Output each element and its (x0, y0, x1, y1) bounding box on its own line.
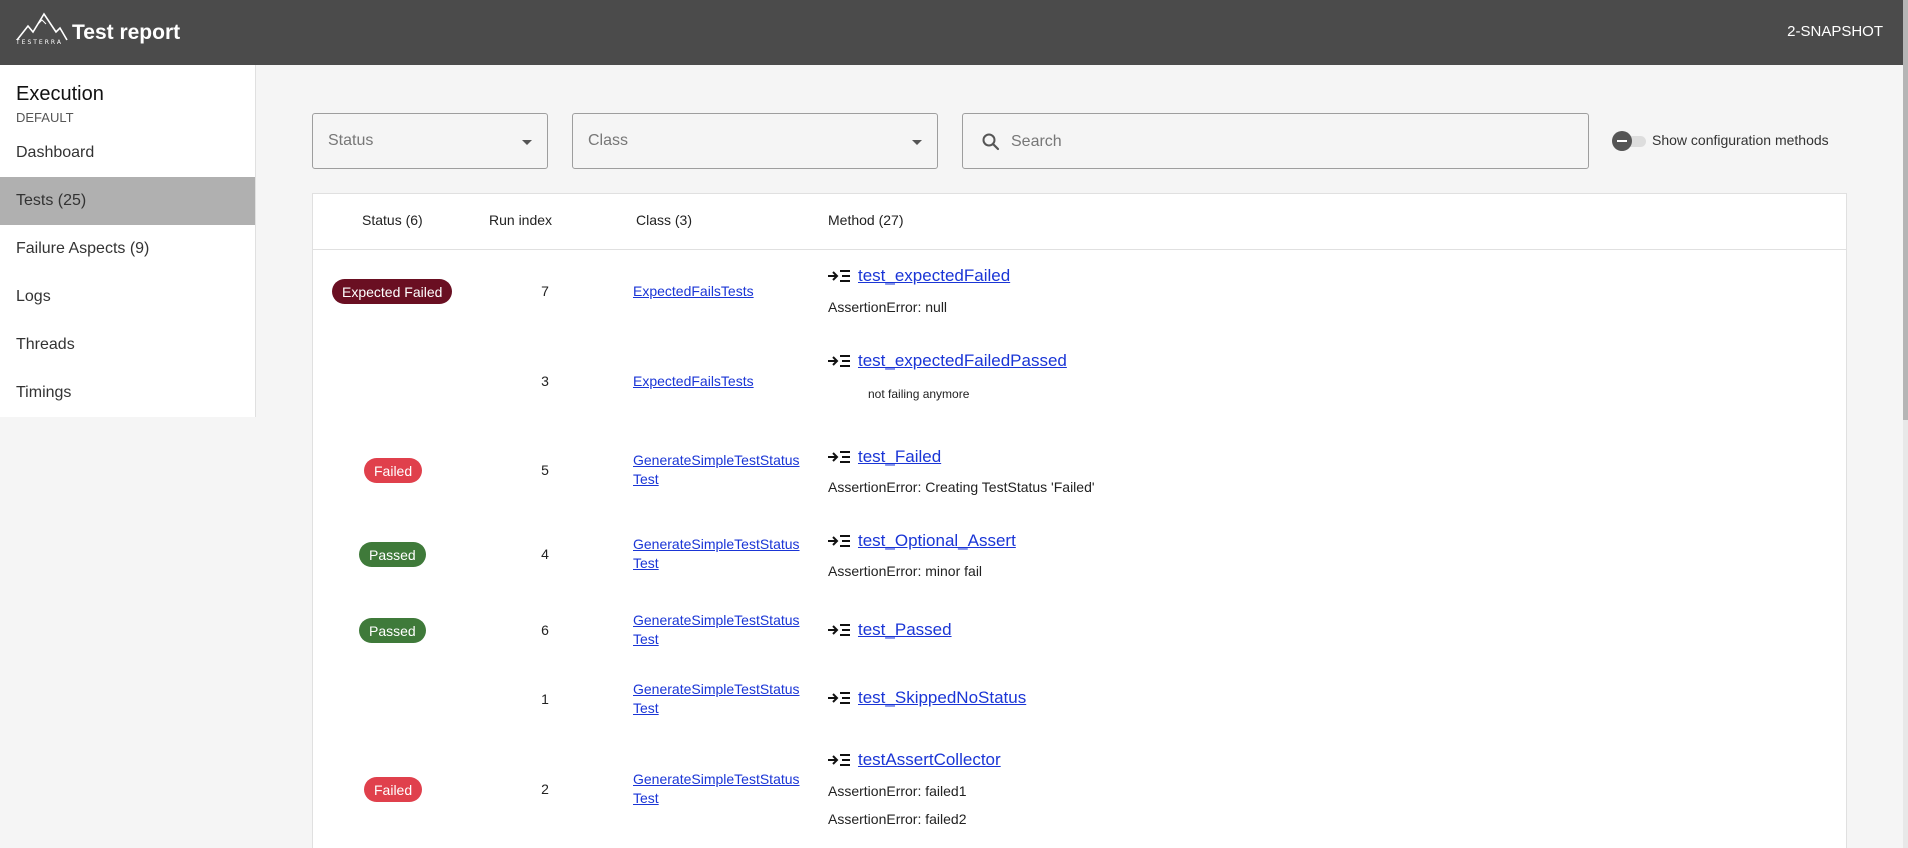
method-link[interactable]: test_expectedFailed (858, 266, 1010, 286)
status-badge: Failed (364, 777, 423, 802)
sidebar-item-threads[interactable]: Threads (0, 321, 255, 369)
method-cell: test_expectedFailedPassed (828, 351, 1067, 371)
failure-message: AssertionError: null (828, 299, 948, 315)
sidebar-item-label: Tests (25) (16, 192, 87, 209)
column-header-status[interactable]: Status (6) (362, 212, 423, 228)
class-link[interactable]: GenerateSimpleTestStatusTest (633, 451, 803, 489)
method-cell: test_SkippedNoStatus (828, 688, 1026, 708)
run-index: 4 (541, 546, 549, 562)
toggle-label: Show configuration methods (1652, 132, 1829, 148)
class-link[interactable]: GenerateSimpleTestStatusTest (633, 535, 803, 573)
method-link[interactable]: test_Failed (858, 447, 941, 467)
failure-message: AssertionError: failed2 (828, 811, 967, 827)
class-link[interactable]: GenerateSimpleTestStatusTest (633, 611, 803, 649)
method-link[interactable]: test_Optional_Assert (858, 531, 1016, 551)
run-index: 3 (541, 373, 549, 389)
class-select-placeholder: Class (588, 132, 629, 149)
failure-message: not failing anymore (868, 387, 970, 401)
class-link[interactable]: ExpectedFailsTests (633, 282, 803, 301)
test-method-icon (828, 535, 850, 547)
sidebar-item-label: Threads (16, 336, 75, 353)
header-divider (313, 249, 1846, 250)
sidebar: Execution DEFAULT Dashboard Tests (25) F… (0, 65, 256, 417)
test-method-icon (828, 692, 850, 704)
run-index: 2 (541, 781, 549, 797)
sidebar-heading: Execution (16, 83, 104, 105)
column-header-run-index[interactable]: Run index (489, 212, 552, 228)
search-field[interactable] (962, 113, 1589, 169)
show-config-methods-toggle[interactable] (1612, 131, 1648, 151)
sidebar-item-failure-aspects[interactable]: Failure Aspects (9) (0, 225, 255, 273)
failure-message: AssertionError: minor fail (828, 563, 983, 579)
method-link[interactable]: test_expectedFailedPassed (858, 351, 1067, 371)
app-title: Test report (72, 21, 181, 44)
class-link[interactable]: GenerateSimpleTestStatusTest (633, 770, 803, 808)
test-method-icon (828, 754, 850, 766)
sidebar-item-tests[interactable]: Tests (25) (0, 177, 255, 225)
status-badge: Passed (359, 542, 426, 567)
version-label: 2-SNAPSHOT (1787, 23, 1883, 40)
failure-message: AssertionError: failed1 (828, 783, 967, 799)
class-link[interactable]: ExpectedFailsTests (633, 372, 803, 391)
column-header-method[interactable]: Method (27) (828, 212, 903, 228)
method-cell: test_Failed (828, 447, 941, 467)
run-index: 7 (541, 283, 549, 299)
run-index: 5 (541, 462, 549, 478)
scrollbar-thumb[interactable] (1903, 0, 1908, 420)
sidebar-item-label: Logs (16, 288, 51, 305)
method-link[interactable]: test_SkippedNoStatus (858, 688, 1026, 708)
page-scrollbar[interactable] (1903, 0, 1908, 848)
sidebar-item-timings[interactable]: Timings (0, 369, 255, 417)
sidebar-item-label: Failure Aspects (9) (16, 240, 150, 257)
test-method-icon (828, 355, 850, 367)
test-method-icon (828, 270, 850, 282)
sidebar-item-dashboard[interactable]: Dashboard (0, 129, 255, 177)
class-select[interactable]: Class (572, 113, 938, 169)
top-app-bar: TESTERRA Test report 2-SNAPSHOT (0, 0, 1903, 65)
status-badge: Failed (364, 458, 423, 483)
method-cell: test_Passed (828, 620, 952, 640)
run-index: 6 (541, 622, 549, 638)
toggle-knob (1612, 131, 1632, 151)
logo-wordmark: TESTERRA (16, 39, 63, 46)
status-badge: Passed (359, 618, 426, 643)
method-link[interactable]: test_Passed (858, 620, 952, 640)
method-cell: test_expectedFailed (828, 266, 1010, 286)
method-cell: test_Optional_Assert (828, 531, 1016, 551)
sidebar-item-label: Dashboard (16, 144, 95, 161)
search-icon (982, 133, 1000, 151)
run-index: 1 (541, 691, 549, 707)
status-badge: Expected Failed (332, 279, 453, 304)
sidebar-item-logs[interactable]: Logs (0, 273, 255, 321)
column-header-class[interactable]: Class (3) (636, 212, 692, 228)
chevron-down-icon (912, 140, 922, 145)
chevron-down-icon (522, 140, 532, 145)
method-cell: testAssertCollector (828, 750, 1001, 770)
search-input[interactable] (1011, 128, 1571, 156)
status-select-placeholder: Status (328, 132, 374, 149)
status-select[interactable]: Status (312, 113, 548, 169)
sidebar-subheading: DEFAULT (16, 110, 74, 125)
sidebar-item-label: Timings (16, 384, 72, 401)
failure-message: AssertionError: Creating TestStatus 'Fai… (828, 479, 1095, 495)
class-link[interactable]: GenerateSimpleTestStatusTest (633, 680, 803, 718)
test-method-icon (828, 451, 850, 463)
method-link[interactable]: testAssertCollector (858, 750, 1001, 770)
test-method-icon (828, 624, 850, 636)
